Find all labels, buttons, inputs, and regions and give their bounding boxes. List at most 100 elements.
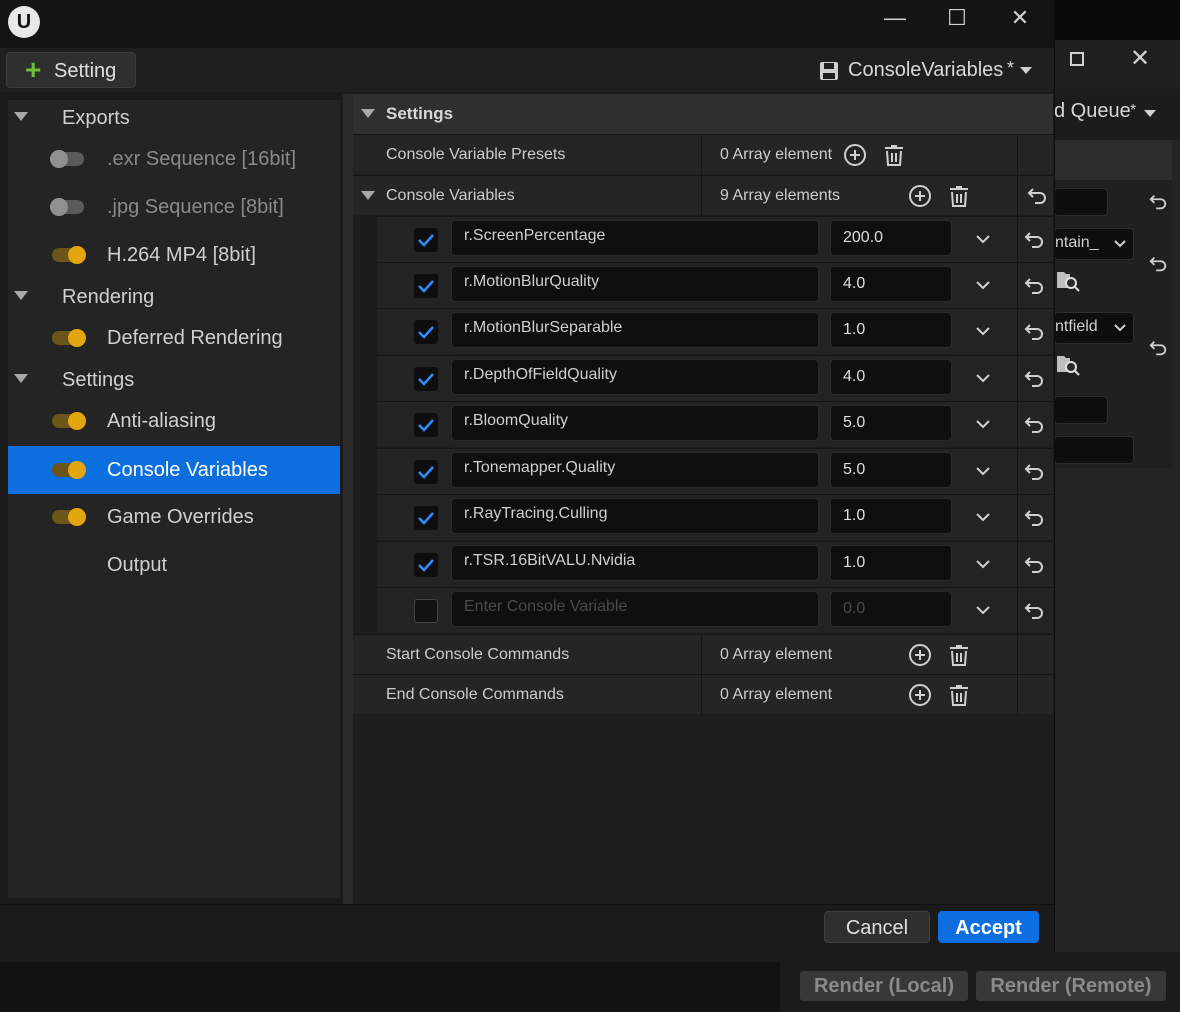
reset-icon[interactable] [1023,229,1045,251]
delete-icon[interactable] [947,683,971,707]
chevron-down-icon[interactable] [973,554,993,574]
reset-icon[interactable] [1023,554,1045,576]
maximize-icon[interactable]: ☐ [937,4,977,32]
chevron-down-icon[interactable] [973,229,993,249]
chevron-down-icon[interactable] [973,275,993,295]
background-field-2[interactable] [1054,396,1108,424]
console-variable-value-field[interactable]: 4.0 [830,266,952,302]
reset-icon[interactable] [1148,338,1168,358]
enable-checkbox[interactable] [414,367,438,391]
console-variable-name-field[interactable]: r.DepthOfFieldQuality [451,359,819,395]
enable-checkbox[interactable] [414,460,438,484]
toggle-switch[interactable] [52,508,86,526]
expand-arrow-icon[interactable] [14,112,28,121]
console-variable-value-field[interactable]: 1.0 [830,498,952,534]
reset-icon[interactable] [1026,185,1048,207]
close-icon[interactable]: ✕ [1000,4,1040,32]
console-variable-value-field[interactable]: 1.0 [830,312,952,348]
add-element-icon[interactable] [843,143,867,167]
chevron-down-icon[interactable] [973,461,993,481]
preset-selector[interactable]: ConsoleVariables * [818,56,1034,84]
add-setting-button[interactable]: + Setting [6,52,136,88]
toggle-switch[interactable] [52,461,86,479]
console-variable-name-field[interactable]: r.Tonemapper.Quality [451,452,819,488]
console-variable-value-field[interactable]: 4.0 [830,359,952,395]
enable-checkbox[interactable] [414,228,438,252]
reset-icon[interactable] [1023,368,1045,390]
chevron-down-icon[interactable] [973,507,993,527]
minimize-icon[interactable]: — [875,4,915,32]
chevron-down-icon[interactable] [973,368,993,388]
background-dropdown-2[interactable]: ntfield [1054,312,1134,344]
expand-arrow-icon[interactable] [361,191,375,200]
enable-checkbox[interactable] [414,320,438,344]
toggle-switch[interactable] [52,412,86,430]
preset-modified: * [1007,58,1015,78]
reset-icon[interactable] [1148,192,1168,212]
reset-icon[interactable] [1023,600,1045,622]
accept-button[interactable]: Accept [938,911,1039,943]
sidebar-item-exr-sequence[interactable]: .exr Sequence [16bit] [8,135,340,183]
render-local-button[interactable]: Render (Local) [800,971,968,1001]
enable-checkbox[interactable] [414,413,438,437]
console-variable-entry: r.TSR.16BitVALU.Nvidia 1.0 [377,541,1053,588]
chevron-down-icon[interactable] [973,600,993,620]
console-variable-name-field[interactable]: r.ScreenPercentage [451,220,819,256]
browse-folder-icon[interactable] [1056,352,1080,376]
enable-checkbox[interactable] [414,553,438,577]
reset-icon[interactable] [1023,461,1045,483]
sidebar-item-deferred-rendering[interactable]: Deferred Rendering [8,314,340,362]
console-variable-value-field[interactable]: 5.0 [830,405,952,441]
sidebar-item-console-variables[interactable]: Console Variables [8,446,340,494]
reset-icon[interactable] [1023,275,1045,297]
console-variable-name-field[interactable]: r.MotionBlurSeparable [451,312,819,348]
console-variable-name-field[interactable]: r.TSR.16BitVALU.Nvidia [451,545,819,581]
add-element-icon[interactable] [908,184,932,208]
sidebar-item-jpg-sequence[interactable]: .jpg Sequence [8bit] [8,183,340,231]
cancel-button[interactable]: Cancel [824,911,930,943]
background-queue-header[interactable]: d Queue * [1054,92,1180,140]
reset-icon[interactable] [1023,507,1045,529]
background-field-3[interactable] [1054,436,1134,464]
expand-arrow-icon[interactable] [361,109,375,118]
delete-icon[interactable] [882,143,906,167]
sidebar-item-output[interactable]: Output [8,541,340,589]
add-element-icon[interactable] [908,683,932,707]
console-variable-name-field[interactable]: Enter Console Variable [451,591,819,627]
background-field-1[interactable] [1054,188,1108,216]
enable-checkbox[interactable] [414,506,438,530]
console-variable-name-field[interactable]: r.MotionBlurQuality [451,266,819,302]
chevron-down-icon[interactable] [973,414,993,434]
toggle-switch[interactable] [52,246,86,264]
toggle-switch[interactable] [50,198,84,216]
enable-checkbox[interactable] [414,599,438,623]
expand-arrow-icon[interactable] [14,374,28,383]
enable-checkbox[interactable] [414,274,438,298]
add-element-icon[interactable] [908,643,932,667]
console-variable-value-field[interactable]: 200.0 [830,220,952,256]
console-variable-value-field[interactable]: 1.0 [830,545,952,581]
sidebar-item-anti-aliasing[interactable]: Anti-aliasing [8,397,340,445]
console-variable-name-field[interactable]: r.BloomQuality [451,405,819,441]
console-variable-name-field[interactable]: r.RayTracing.Culling [451,498,819,534]
background-close-icon[interactable]: ✕ [1130,44,1150,73]
reset-icon[interactable] [1023,321,1045,343]
browse-folder-icon[interactable] [1056,268,1080,292]
expand-arrow-icon[interactable] [14,291,28,300]
chevron-down-icon[interactable] [973,321,993,341]
sidebar-item-game-overrides[interactable]: Game Overrides [8,493,340,541]
reset-icon[interactable] [1023,414,1045,436]
panel-splitter[interactable] [343,94,353,904]
sidebar-item-h264-mp4[interactable]: H.264 MP4 [8bit] [8,231,340,279]
background-dropdown-1[interactable]: ntain_ [1054,228,1134,260]
render-remote-button[interactable]: Render (Remote) [976,971,1166,1001]
toggle-switch[interactable] [52,329,86,347]
delete-icon[interactable] [947,184,971,208]
delete-icon[interactable] [947,643,971,667]
reset-icon[interactable] [1148,254,1168,274]
console-variable-value-field[interactable]: 0.0 [830,591,952,627]
settings-section-header[interactable]: Settings [353,94,1053,134]
toggle-switch[interactable] [50,150,84,168]
console-variable-value-field[interactable]: 5.0 [830,452,952,488]
background-maximize-icon[interactable] [1070,52,1084,66]
